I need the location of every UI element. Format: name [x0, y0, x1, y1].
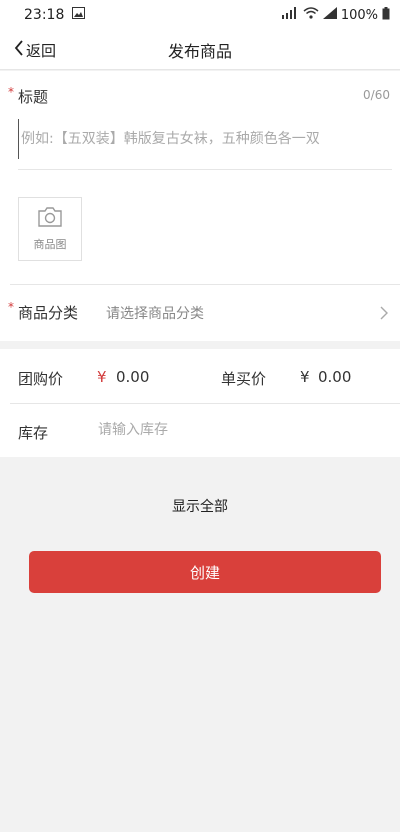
required-star: * — [8, 300, 14, 314]
battery-percent: 100% — [340, 7, 378, 23]
required-star: * — [8, 85, 14, 99]
title-label: 标题 — [18, 88, 49, 106]
group-price-input[interactable]: 0.00 — [116, 368, 149, 386]
battery-icon — [382, 6, 390, 24]
group-price-currency: ¥ — [97, 368, 107, 386]
group-price-label: 团购价 — [18, 370, 64, 388]
divider — [10, 403, 400, 404]
show-all-button[interactable]: 显示全部 — [0, 496, 400, 516]
camera-icon — [37, 206, 63, 232]
status-left: 23:18 — [24, 7, 86, 23]
status-right: 100% — [281, 6, 390, 24]
image-icon — [72, 7, 86, 23]
stock-label: 库存 — [18, 424, 49, 442]
wifi-icon — [303, 7, 319, 23]
signal-icon — [322, 7, 337, 23]
category-placeholder: 请选择商品分类 — [106, 306, 204, 322]
single-price-label: 单买价 — [221, 370, 267, 388]
create-button[interactable]: 创建 — [29, 551, 381, 593]
nav-bar: 返回 发布商品 — [0, 30, 400, 70]
title-counter: 0/60 — [363, 88, 390, 102]
price-stock-card: 团购价 ¥ 0.00 单买价 ¥ 0.00 库存 — [0, 349, 400, 457]
add-photo-button[interactable]: 商品图 — [18, 197, 82, 261]
single-price-currency: ¥ — [300, 368, 310, 386]
chevron-right-icon — [380, 305, 388, 324]
signal-icon — [281, 7, 299, 23]
category-label: 商品分类 — [18, 304, 79, 322]
stock-input[interactable] — [98, 418, 358, 442]
status-time: 23:18 — [24, 7, 65, 23]
single-price-input[interactable]: 0.00 — [318, 368, 351, 386]
photo-label: 商品图 — [33, 238, 67, 251]
divider — [18, 169, 392, 170]
page-title: 发布商品 — [167, 42, 232, 61]
status-bar: 23:18 100% — [0, 0, 400, 30]
title-input[interactable] — [18, 119, 383, 159]
product-info-card: * 标题 0/60 商品图 * 商品分类 请选择商品分类 — [0, 71, 400, 341]
category-selector[interactable]: * 商品分类 请选择商品分类 — [0, 285, 400, 341]
